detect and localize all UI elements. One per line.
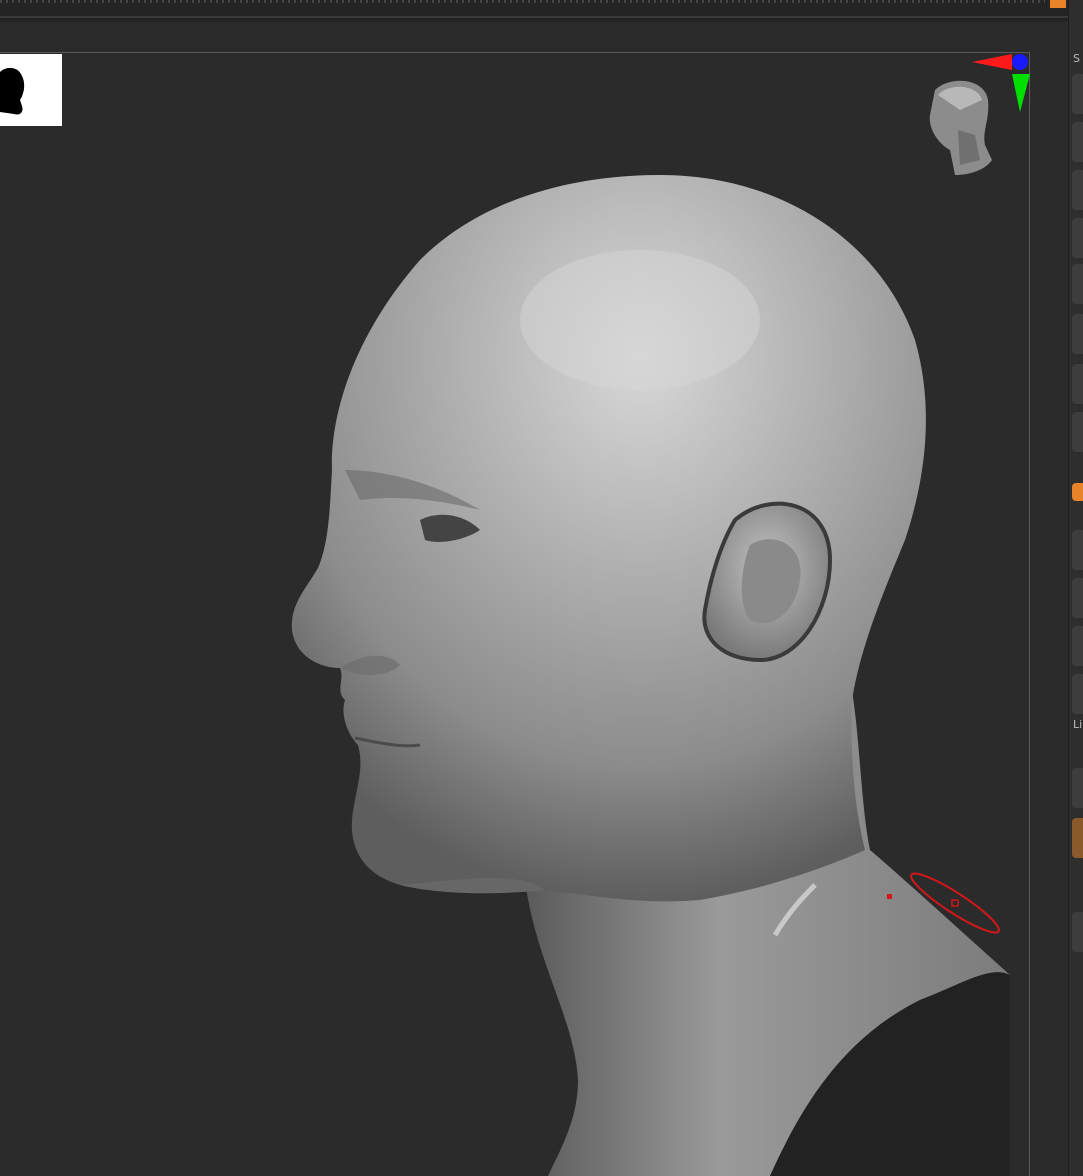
panel-button-4[interactable] [1072,218,1083,258]
panel-button-9[interactable] [1072,530,1083,570]
panel-button-1[interactable] [1072,74,1083,114]
panel-button-active[interactable] [1072,483,1083,501]
brush-cursor-center [951,899,959,907]
head-silhouette-icon [0,67,25,115]
forehead-highlight [520,250,760,390]
right-tool-panel: S Li [1068,0,1083,1176]
panel-button-7[interactable] [1072,364,1083,404]
panel-button-8[interactable] [1072,412,1083,452]
panel-label-s: S [1073,52,1080,65]
panel-button-highlight[interactable] [1072,818,1083,858]
brush-preview[interactable] [0,54,62,126]
brush-cursor-marker [887,894,892,899]
axis-z-handle[interactable] [1012,54,1028,70]
viewport-scene[interactable] [0,0,1068,1176]
panel-button-12[interactable] [1072,674,1083,714]
panel-button-2[interactable] [1072,122,1083,162]
panel-label-li: Li [1073,718,1083,731]
panel-button-13[interactable] [1072,768,1083,808]
axis-y-arrow[interactable] [1012,74,1030,112]
panel-button-3[interactable] [1072,170,1083,210]
panel-button-11[interactable] [1072,626,1083,666]
panel-button-14[interactable] [1072,912,1083,952]
axis-x-arrow[interactable] [972,54,1012,70]
panel-button-10[interactable] [1072,578,1083,618]
navigation-head-icon[interactable] [929,80,992,175]
panel-button-6[interactable] [1072,314,1083,354]
panel-button-5[interactable] [1072,264,1083,304]
